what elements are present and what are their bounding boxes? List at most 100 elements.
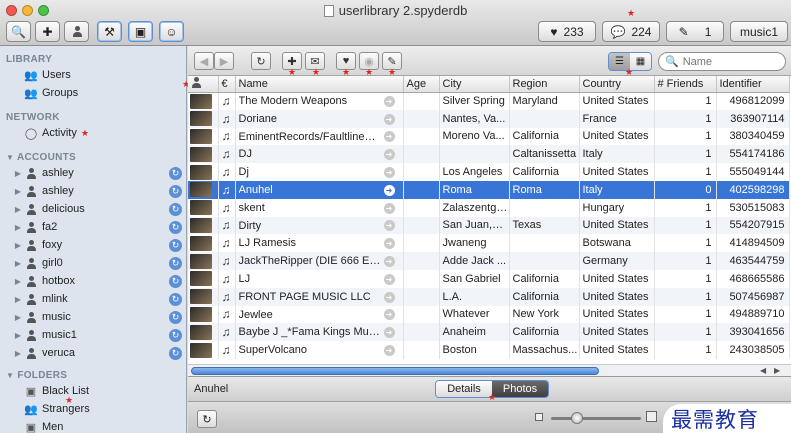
open-profile-icon[interactable]: ➜: [383, 149, 395, 161]
toolbar-smile-button[interactable]: ☺: [159, 21, 184, 42]
table-row[interactable]: ♫ DJ ➜ Caltanissetta Italy 1 554174186: [188, 145, 790, 164]
disclosure-triangle-icon[interactable]: ▶: [12, 313, 24, 322]
horizontal-scrollbar[interactable]: ◀ ▶: [188, 364, 791, 376]
table-row[interactable]: ♫ FRONT PAGE MUSIC LLC ➜ L.A. California Unit…: [188, 287, 790, 306]
sidebar-account-fa2[interactable]: ▶ fa2 ↻: [0, 218, 186, 236]
edits-counter-button[interactable]: ✎ 1: [666, 21, 724, 42]
scroll-left-arrow-icon[interactable]: ◀: [760, 366, 766, 375]
sidebar-item-users[interactable]: 👥 Users: [0, 66, 186, 84]
open-profile-icon[interactable]: ➜: [383, 113, 395, 125]
table-row[interactable]: ♫ skent ➜ Zalaszentgrót Hungary 1 530515083: [188, 198, 790, 217]
name-search-field[interactable]: 🔍: [658, 52, 786, 71]
reload-button[interactable]: ↻: [197, 410, 217, 428]
sidebar-account-ashley-2[interactable]: ▶ ashley ↻: [0, 182, 186, 200]
small-thumbnail-icon[interactable]: [535, 413, 543, 421]
back-button[interactable]: ◀: [194, 52, 214, 70]
table-row[interactable]: ♫ LJ Ramesis ➜ Jwaneng Botswana 1 414894509: [188, 234, 790, 253]
open-profile-icon[interactable]: ➜: [383, 291, 395, 303]
sidebar-account-girl0[interactable]: ▶ girl0 ↻: [0, 254, 186, 272]
table-row[interactable]: ♫ Dj ➜ Los Angeles California United States 1 5…: [188, 163, 790, 181]
toolbar-search-button[interactable]: 🔍: [6, 21, 31, 42]
sidebar-account-veruca[interactable]: ▶ veruca ↻: [0, 344, 186, 362]
sync-icon[interactable]: ↻: [169, 274, 182, 288]
table-row[interactable]: ♫ The Modern Weapons ➜ Silver Spring Marylan…: [188, 92, 790, 110]
sidebar-account-ashley[interactable]: ▶ ashley ↻: [0, 164, 186, 182]
disclosure-triangle-icon[interactable]: ▶: [12, 349, 24, 358]
disclosure-triangle-icon[interactable]: ▶: [12, 223, 24, 232]
disclosure-triangle-icon[interactable]: ▶: [12, 205, 24, 214]
scrollbar-thumb[interactable]: [191, 367, 599, 375]
column-header-name[interactable]: Name: [235, 76, 404, 93]
open-profile-icon[interactable]: ➜: [383, 220, 395, 232]
column-header-region[interactable]: Region: [509, 76, 580, 93]
toolbar-photo-button[interactable]: ▣: [128, 21, 153, 42]
disclosure-triangle-icon[interactable]: ▶: [12, 241, 24, 250]
sidebar-account-delicious[interactable]: ▶ delicious ↻: [0, 200, 186, 218]
sync-icon[interactable]: ↻: [169, 184, 182, 198]
grid-view-icon[interactable]: ▦: [630, 53, 651, 70]
refresh-button[interactable]: ↻: [251, 52, 271, 70]
sync-icon[interactable]: ↻: [169, 220, 182, 234]
slider-knob[interactable]: [571, 412, 583, 424]
sidebar-folder-black-list[interactable]: ▣ Black List: [0, 382, 186, 400]
sync-icon[interactable]: ↻: [169, 292, 182, 306]
forward-button[interactable]: ▶: [214, 52, 234, 70]
sync-icon[interactable]: ↻: [169, 166, 182, 180]
column-header-friends[interactable]: # Friends: [654, 76, 717, 93]
column-header-age[interactable]: Age: [403, 76, 440, 93]
open-profile-icon[interactable]: ➜: [383, 273, 395, 285]
sync-icon[interactable]: ↻: [169, 202, 182, 216]
open-profile-icon[interactable]: ➜: [383, 167, 395, 179]
tab-details[interactable]: Details: [436, 381, 492, 397]
open-profile-icon[interactable]: ➜: [383, 184, 395, 196]
toolbar-tools-button[interactable]: ⚒: [97, 21, 122, 42]
sidebar-item-groups[interactable]: 👥 Groups: [0, 84, 186, 102]
large-thumbnail-icon[interactable]: [646, 411, 657, 422]
table-row[interactable]: ♫ EminentRecords/FaultlinePr... ➜ Moreno Va…: [188, 127, 790, 146]
account-menu-button[interactable]: music1: [730, 21, 788, 42]
comments-counter-button[interactable]: 💬 224: [602, 21, 660, 42]
disclosure-triangle-icon[interactable]: ▶: [12, 187, 24, 196]
disclosure-triangle-icon[interactable]: ▶: [12, 277, 24, 286]
sidebar-account-mlink[interactable]: ▶ mlink ↻: [0, 290, 186, 308]
open-profile-icon[interactable]: ➜: [383, 327, 395, 339]
column-header-kind[interactable]: €: [218, 76, 236, 93]
open-profile-icon[interactable]: ➜: [383, 202, 395, 214]
sidebar-item-activity[interactable]: ◯ Activity ★: [0, 124, 186, 142]
column-header-city[interactable]: City: [439, 76, 510, 93]
table-row[interactable]: ♫ Baybe J _*Fama Kings Music*_ ➜ Anaheim Cal…: [188, 323, 790, 342]
sidebar-account-music[interactable]: ▶ music ↻: [0, 308, 186, 326]
toolbar-user-button[interactable]: [64, 21, 89, 42]
disclosure-triangle-icon[interactable]: ▶: [12, 295, 24, 304]
open-profile-icon[interactable]: ➜: [383, 131, 395, 143]
table-row[interactable]: ♫ Dirty ➜ San Juan,W... Texas United States 1 5…: [188, 216, 790, 235]
table-row[interactable]: ♫ Jewlee ➜ Whatever New York United States 1 49…: [188, 305, 790, 324]
open-profile-icon[interactable]: ➜: [383, 309, 395, 321]
tab-photos[interactable]: Photos: [492, 381, 548, 397]
open-profile-icon[interactable]: ➜: [383, 96, 395, 108]
disclosure-triangle-icon[interactable]: ▶: [12, 331, 24, 340]
sync-icon[interactable]: ↻: [169, 256, 182, 270]
column-header-identifier[interactable]: Identifier: [716, 76, 790, 93]
open-profile-icon[interactable]: ➜: [383, 238, 395, 250]
disclosure-triangle-icon[interactable]: ▶: [12, 169, 24, 178]
sync-icon[interactable]: ↻: [169, 328, 182, 342]
sidebar-folder-men[interactable]: ▣ Men: [0, 418, 186, 433]
likes-counter-button[interactable]: ♥ 233: [538, 21, 596, 42]
table-row[interactable]: ♫ SuperVolcano ➜ Boston Massachus... United S…: [188, 341, 790, 359]
toolbar-add-user-button[interactable]: ✚: [35, 21, 60, 42]
table-row[interactable]: ♫ Doriane ➜ Nantes, Va... France 1 363907114: [188, 109, 790, 128]
table-row[interactable]: ♫ LJ ➜ San Gabriel California United States 1 4…: [188, 269, 790, 288]
disclosure-triangle-icon[interactable]: ▶: [12, 259, 24, 268]
open-profile-icon[interactable]: ➜: [383, 256, 395, 268]
open-profile-icon[interactable]: ➜: [383, 345, 395, 356]
sync-icon[interactable]: ↻: [169, 310, 182, 324]
sync-icon[interactable]: ↻: [169, 238, 182, 252]
sidebar-account-music1[interactable]: ▶ music1 ↻: [0, 326, 186, 344]
table-row[interactable]: ♫ Anuhel ➜ Roma Roma Italy 0 402598298: [188, 180, 790, 199]
sync-icon[interactable]: ↻: [169, 346, 182, 360]
search-input[interactable]: [682, 55, 779, 68]
column-header-avatar[interactable]: [188, 76, 219, 93]
sidebar-account-hotbox[interactable]: ▶ hotbox ↻: [0, 272, 186, 290]
sidebar-account-foxy[interactable]: ▶ foxy ↻: [0, 236, 186, 254]
